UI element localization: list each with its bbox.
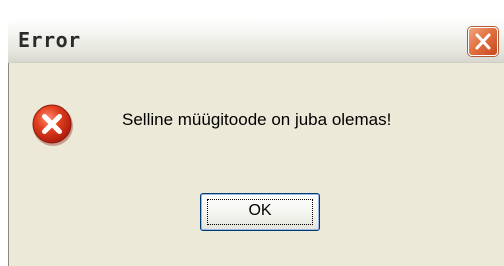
title-bar[interactable]: Error [8,18,504,63]
error-message: Selline müügitoode on juba olemas! [122,110,392,129]
dialog-body: Selline müügitoode on juba olemas! OK [8,63,504,266]
ok-button-label: OK [248,202,272,219]
dialog-title: Error [18,28,81,52]
ok-button[interactable]: OK [200,193,320,231]
close-icon [475,33,491,50]
error-icon [32,104,73,146]
error-dialog: Error Selline müügitoode on juba olemas! [8,18,504,266]
close-button[interactable] [468,27,498,56]
